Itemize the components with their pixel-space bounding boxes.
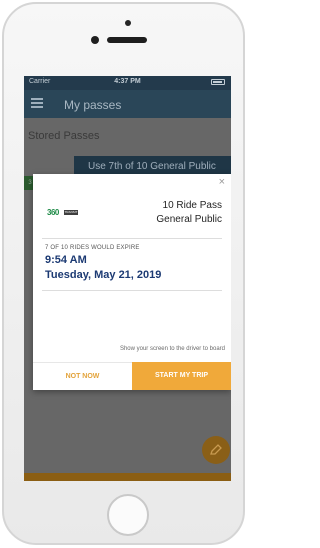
bottom-strip (24, 473, 231, 481)
expire-note: 7 OF 10 RIDES WOULD EXPIRE (45, 245, 140, 251)
section-title-stored-passes: Stored Passes (28, 130, 100, 142)
ride-confirmation-dialog: × 360 TRANSIT 10 Ride Pass General Publi… (33, 174, 231, 390)
app-header: My passes (24, 90, 231, 118)
pass-subtitle: General Public (156, 214, 222, 225)
expire-time: 9:54 AM (45, 254, 87, 266)
divider (42, 290, 222, 291)
board-instruction: Show your screen to the driver to board (119, 346, 225, 352)
proximity-sensor (125, 20, 131, 26)
not-now-button[interactable]: NOT NOW (33, 362, 132, 390)
pass-title: 10 Ride Pass (162, 200, 222, 211)
hamburger-menu-icon[interactable] (31, 98, 43, 108)
home-button[interactable] (107, 494, 149, 536)
front-camera (91, 36, 99, 44)
earpiece-speaker (107, 37, 147, 43)
logo-subtext: TRANSIT (64, 210, 78, 215)
page-title: My passes (64, 98, 122, 112)
expire-date: Tuesday, May 21, 2019 (45, 269, 162, 281)
divider (42, 238, 222, 239)
logo-text: 360 (47, 208, 59, 217)
screen: Carrier 4:37 PM My passes Stored Passes … (24, 76, 231, 481)
status-time: 4:37 PM (114, 78, 141, 85)
status-bar: Carrier 4:37 PM (24, 76, 231, 90)
edit-fab-button[interactable] (202, 436, 230, 464)
phone-frame: Carrier 4:37 PM My passes Stored Passes … (2, 2, 245, 545)
battery-icon (211, 79, 225, 85)
agency-logo: 360 TRANSIT (47, 208, 79, 218)
start-my-trip-button[interactable]: START MY TRIP (132, 362, 231, 390)
close-icon[interactable]: × (219, 177, 225, 188)
pencil-icon (210, 444, 222, 455)
